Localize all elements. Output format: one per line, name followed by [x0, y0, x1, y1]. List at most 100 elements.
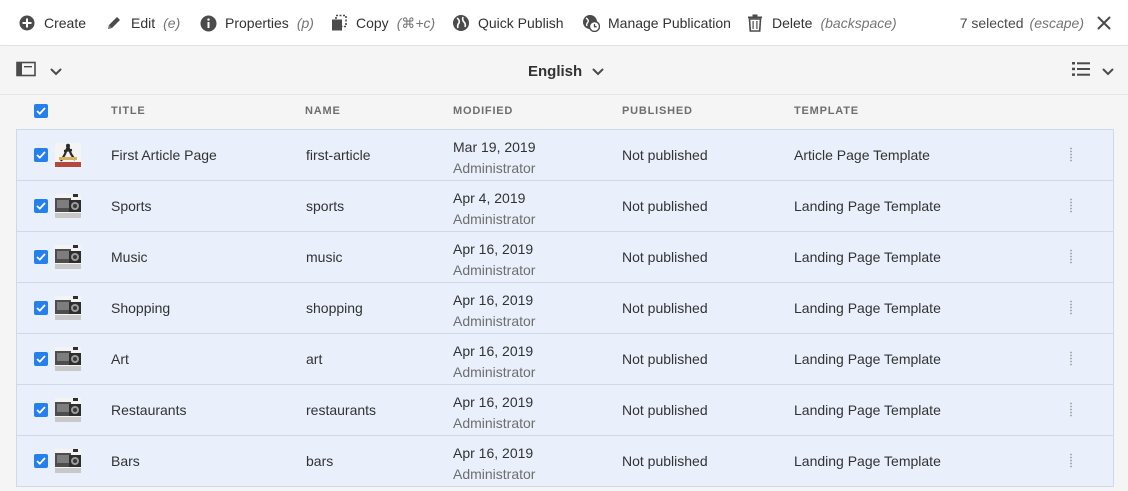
column-header-template[interactable]: TEMPLATE [794, 105, 859, 117]
edit-button[interactable]: Edit (e) [105, 0, 180, 46]
row-template: Landing Page Template [794, 198, 941, 214]
copy-shortcut: (⌘+c) [396, 14, 436, 31]
row-checkbox[interactable] [34, 301, 48, 315]
close-icon[interactable] [1094, 13, 1114, 33]
add-circle-icon [18, 14, 36, 32]
table-row[interactable]: Art art Apr 16, 2019 Administrator Not p… [16, 334, 1114, 385]
drag-handle-icon[interactable] [1067, 249, 1075, 265]
row-published-status: Not published [622, 147, 708, 163]
secondary-toolbar: English [0, 47, 1128, 95]
row-modified-by: Administrator [453, 466, 536, 482]
table-row[interactable]: Sports sports Apr 4, 2019 Administrator … [16, 181, 1114, 232]
table-row[interactable]: Music music Apr 16, 2019 Administrator N… [16, 232, 1114, 283]
row-modified-date: Apr 16, 2019 [453, 445, 534, 461]
chevron-down-icon [50, 63, 62, 79]
rail-toggle-button[interactable] [16, 61, 62, 80]
drag-handle-icon[interactable] [1067, 300, 1075, 316]
row-title: Music [111, 249, 148, 265]
row-published-status: Not published [622, 402, 708, 418]
page-thumbnail [55, 245, 81, 269]
column-header-name[interactable]: NAME [305, 105, 341, 117]
row-checkbox[interactable] [34, 403, 48, 417]
row-name: music [306, 249, 343, 265]
row-title: Restaurants [111, 402, 187, 418]
page-thumbnail [55, 449, 81, 473]
row-modified-date: Apr 16, 2019 [453, 394, 534, 410]
row-modified: Apr 16, 2019 Administrator [453, 341, 535, 383]
row-checkbox[interactable] [34, 250, 48, 264]
selection-status: 7 selected (escape) [960, 0, 1114, 46]
row-modified-by: Administrator [453, 262, 536, 278]
drag-handle-icon[interactable] [1067, 402, 1075, 418]
row-modified-by: Administrator [453, 415, 536, 431]
list-view-icon [1072, 61, 1090, 80]
view-switcher[interactable] [1072, 61, 1114, 80]
properties-shortcut: (p) [296, 15, 314, 31]
delete-label: Delete [772, 15, 813, 31]
column-header-title[interactable]: TITLE [111, 105, 146, 117]
manage-publication-label: Manage Publication [608, 15, 731, 31]
info-icon [199, 14, 217, 32]
row-modified-date: Mar 19, 2019 [453, 139, 536, 155]
quick-publish-button[interactable]: Quick Publish [452, 0, 564, 46]
quick-publish-label: Quick Publish [478, 15, 564, 31]
drag-handle-icon[interactable] [1067, 198, 1075, 214]
row-checkbox[interactable] [34, 148, 48, 162]
language-label: English [528, 62, 583, 80]
copy-button[interactable]: Copy (⌘+c) [330, 0, 435, 46]
create-button[interactable]: Create [18, 0, 86, 46]
edit-label: Edit [131, 15, 156, 31]
row-name: restaurants [306, 402, 377, 418]
select-all-checkbox[interactable] [34, 104, 48, 118]
page-thumbnail [55, 347, 81, 371]
row-published-status: Not published [622, 249, 708, 265]
row-title: Bars [111, 453, 140, 469]
create-label: Create [44, 15, 87, 31]
deselect-shortcut: (escape) [1029, 15, 1084, 31]
table-row[interactable]: Bars bars Apr 16, 2019 Administrator Not… [16, 436, 1114, 487]
table-row[interactable]: First Article Page first-article Mar 19,… [16, 129, 1114, 181]
row-template: Landing Page Template [794, 351, 941, 367]
table-header: TITLE NAME MODIFIED PUBLISHED TEMPLATE [0, 95, 1128, 128]
row-modified-by: Administrator [453, 364, 536, 380]
rail-toggle-icon [16, 61, 36, 80]
row-template: Landing Page Template [794, 249, 941, 265]
row-modified: Apr 16, 2019 Administrator [453, 239, 535, 281]
row-modified: Mar 19, 2019 Administrator [453, 137, 536, 179]
row-modified-date: Apr 16, 2019 [453, 343, 534, 359]
row-name: art [306, 351, 323, 367]
properties-button[interactable]: Properties (p) [199, 0, 314, 46]
row-modified-date: Apr 16, 2019 [453, 292, 534, 308]
column-header-published[interactable]: PUBLISHED [622, 105, 693, 117]
row-modified-by: Administrator [453, 211, 536, 227]
delete-button[interactable]: Delete (backspace) [746, 0, 897, 46]
table-row[interactable]: Restaurants restaurants Apr 16, 2019 Adm… [16, 385, 1114, 436]
manage-publication-button[interactable]: Manage Publication [582, 0, 731, 46]
page-thumbnail [55, 143, 81, 167]
table-row[interactable]: Shopping shopping Apr 16, 2019 Administr… [16, 283, 1114, 334]
selected-count: 7 selected [959, 15, 1024, 31]
drag-handle-icon[interactable] [1067, 147, 1075, 163]
row-checkbox[interactable] [34, 454, 48, 468]
row-published-status: Not published [622, 453, 708, 469]
row-title: Sports [111, 198, 152, 214]
row-modified-by: Administrator [453, 160, 536, 176]
drag-handle-icon[interactable] [1067, 351, 1075, 367]
language-selector[interactable]: English [528, 47, 604, 95]
chevron-down-icon [1102, 63, 1114, 79]
delete-shortcut: (backspace) [820, 15, 897, 31]
copy-icon [330, 14, 348, 32]
row-checkbox[interactable] [34, 352, 48, 366]
row-template: Landing Page Template [794, 402, 941, 418]
column-header-modified[interactable]: MODIFIED [453, 105, 513, 117]
row-template: Landing Page Template [794, 300, 941, 316]
row-title: First Article Page [111, 147, 217, 163]
row-modified: Apr 4, 2019 Administrator [453, 188, 535, 230]
row-name: shopping [306, 300, 363, 316]
properties-label: Properties [225, 15, 289, 31]
chevron-down-icon [592, 63, 604, 80]
drag-handle-icon[interactable] [1067, 453, 1075, 469]
row-checkbox[interactable] [34, 199, 48, 213]
row-template: Landing Page Template [794, 453, 941, 469]
trash-icon [746, 14, 764, 32]
